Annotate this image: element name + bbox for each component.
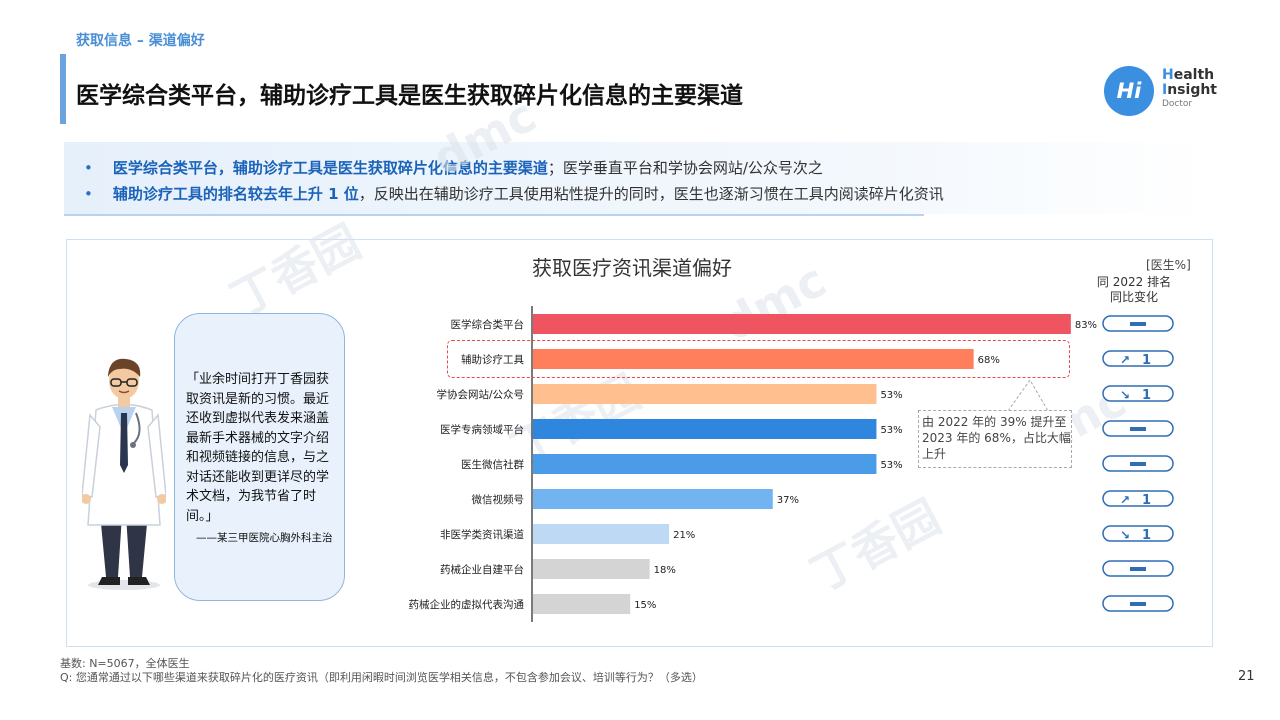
category-label: 非医学类资讯渠道	[440, 528, 524, 541]
value-label: 15%	[634, 600, 656, 611]
rank-change-pill	[1102, 595, 1174, 612]
rank-change-value: 1	[1142, 388, 1151, 403]
page-number: 21	[1238, 669, 1255, 684]
rank-change-pill	[1102, 315, 1174, 332]
bar	[533, 419, 877, 439]
value-label: 53%	[880, 460, 902, 471]
rank-change-pill: ↗ 1	[1102, 350, 1174, 368]
bar	[533, 454, 877, 474]
category-label: 药械企业自建平台	[440, 563, 524, 576]
rank-change-pill	[1102, 560, 1174, 577]
rank-change-value: 1	[1142, 353, 1151, 368]
rank-change-pill	[1102, 420, 1174, 437]
bar	[533, 524, 670, 544]
rank-change-value: 1	[1142, 493, 1151, 508]
arrow-down-icon: ↘	[1120, 528, 1130, 542]
value-label: 37%	[777, 495, 799, 506]
bar	[533, 559, 650, 579]
category-label: 医学专病领域平台	[440, 423, 524, 436]
value-label: 18%	[654, 565, 676, 576]
bar	[533, 384, 877, 404]
category-label: 药械企业的虚拟代表沟通	[409, 598, 525, 611]
rank-change-pill: ↘ 1	[1102, 385, 1174, 403]
rank-change-pill: ↗ 1	[1102, 490, 1174, 508]
value-label: 53%	[880, 390, 902, 401]
category-label: 医生微信社群	[461, 458, 524, 471]
annotation-text: 由 2022 年的 39% 提升至 2023 年的 68%，占比大幅上升	[922, 415, 1071, 461]
footer-notes: 基数: N=5067，全体医生 Q: 您通常通过以下哪些渠道来获取碎片化的医疗资…	[60, 657, 703, 685]
bar	[533, 314, 1071, 334]
value-label: 53%	[880, 425, 902, 436]
footer-question: Q: 您通常通过以下哪些渠道来获取碎片化的医疗资讯（即利用闲暇时间浏览医学相关信…	[60, 671, 703, 684]
annotation-pointer	[1007, 379, 1049, 412]
bar	[533, 489, 773, 509]
rank-change-pill	[1102, 455, 1174, 472]
category-label: 微信视频号	[472, 493, 525, 506]
category-label: 医学综合类平台	[451, 318, 525, 331]
value-label: 83%	[1075, 320, 1097, 331]
footer-base: 基数: N=5067，全体医生	[60, 657, 190, 670]
category-label: 学协会网站/公众号	[436, 388, 524, 401]
bar	[533, 594, 631, 614]
arrow-up-icon: ↗	[1120, 353, 1130, 367]
highlight-box	[447, 340, 1070, 378]
arrow-up-icon: ↗	[1120, 493, 1130, 507]
value-label: 21%	[673, 530, 695, 541]
arrow-down-icon: ↘	[1120, 388, 1130, 402]
rank-change-value: 1	[1142, 528, 1151, 543]
rank-change-pill: ↘ 1	[1102, 525, 1174, 543]
